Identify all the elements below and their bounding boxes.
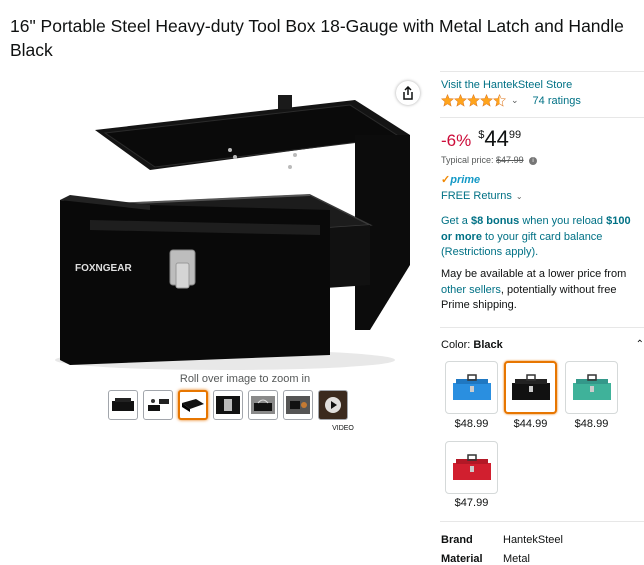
color-swatch-blue[interactable] xyxy=(445,361,498,414)
video-label: VIDEO xyxy=(332,425,354,432)
star-icon xyxy=(441,94,454,107)
swatch-price: $48.99 xyxy=(454,418,489,430)
star-icon xyxy=(467,94,480,107)
toolbox-black-icon xyxy=(511,373,550,400)
swatch-price: $48.99 xyxy=(574,418,609,430)
thumbnail-4[interactable] xyxy=(213,390,243,420)
info-icon[interactable]: i xyxy=(529,156,538,165)
star-icon xyxy=(480,94,493,107)
color-swatch-green[interactable] xyxy=(565,361,618,414)
color-label: Color: xyxy=(441,339,474,351)
discount-percent: -6% xyxy=(441,131,472,150)
thumbnail-5[interactable] xyxy=(248,390,278,420)
half-star-icon xyxy=(493,94,506,107)
free-returns-label: FREE Returns xyxy=(441,190,512,202)
typical-price: Typical price: $47.99 i xyxy=(441,155,538,165)
prime-badge: ✓prime xyxy=(441,173,480,186)
rating-row[interactable]: ⌄ 74 ratings xyxy=(441,94,581,107)
divider xyxy=(440,521,644,522)
color-value: Black xyxy=(473,339,503,351)
gift-card-bonus[interactable]: Get a $8 bonus when you reload $100 or m… xyxy=(441,214,641,261)
other-sellers-link[interactable]: other sellers xyxy=(441,284,501,296)
color-swatch-red[interactable] xyxy=(445,441,498,494)
chevron-down-icon[interactable]: ⌄ xyxy=(511,95,519,106)
share-icon xyxy=(403,86,413,100)
spec-key: Material xyxy=(441,553,483,565)
bonus-amount: $8 bonus xyxy=(470,215,520,227)
bonus-text-1: Get a xyxy=(441,215,471,227)
share-button[interactable] xyxy=(396,81,420,105)
divider xyxy=(440,71,644,72)
toolbox-red-icon xyxy=(452,453,491,480)
divider xyxy=(440,117,644,118)
typical-price-label: Typical price: xyxy=(441,155,494,165)
prime-label: prime xyxy=(450,174,481,186)
spec-row-material: Material Metal xyxy=(441,553,530,565)
toolbox-blue-icon xyxy=(452,373,491,400)
swatch-price: $44.99 xyxy=(513,418,548,430)
swatch-price: $47.99 xyxy=(454,497,489,509)
spec-row-brand: Brand HantekSteel xyxy=(441,534,563,546)
play-icon xyxy=(325,397,341,413)
thumbnail-1[interactable] xyxy=(108,390,138,420)
price-row: -6% $ 44 99 xyxy=(441,126,521,152)
bonus-text-2: when you reload xyxy=(519,215,607,227)
chevron-down-icon: ⌄ xyxy=(515,192,523,201)
color-selector-header: Color: Black ⌃ xyxy=(441,339,644,351)
price-fraction: 99 xyxy=(508,129,522,141)
thumbnail-2[interactable] xyxy=(143,390,173,420)
lower-price-note: May be available at a lower price from o… xyxy=(441,267,641,314)
price-whole: 44 xyxy=(484,126,509,151)
toolbox-illustration: FOXNGEAR xyxy=(55,95,410,370)
prime-check-icon: ✓ xyxy=(441,174,451,186)
store-link[interactable]: Visit the HantekSteel Store xyxy=(441,79,572,91)
chevron-up-icon[interactable]: ⌃ xyxy=(636,339,644,350)
product-main-image[interactable]: FOXNGEAR xyxy=(50,75,420,375)
zoom-hint: Roll over image to zoom in xyxy=(179,373,311,385)
thumbnail-6[interactable] xyxy=(283,390,313,420)
spec-key: Brand xyxy=(441,534,473,546)
star-rating[interactable] xyxy=(441,94,506,107)
spec-value: Metal xyxy=(503,553,530,565)
free-returns-link[interactable]: FREE Returns ⌄ xyxy=(441,190,523,202)
thumbnail-3[interactable] xyxy=(178,390,208,420)
typical-price-value: $47.99 xyxy=(496,155,524,165)
divider xyxy=(440,327,644,328)
product-title: 16" Portable Steel Heavy-duty Tool Box 1… xyxy=(10,16,624,60)
thumbnail-strip xyxy=(108,390,348,420)
rating-count-link[interactable]: 74 ratings xyxy=(533,95,581,107)
brand-logo: FOXNGEAR xyxy=(75,263,132,274)
star-icon xyxy=(454,94,467,107)
color-swatch-black[interactable] xyxy=(504,361,557,414)
spec-value: HantekSteel xyxy=(503,534,563,546)
thumbnail-video[interactable] xyxy=(318,390,348,420)
toolbox-green-icon xyxy=(572,373,611,400)
lower-price-text-1: May be available at a lower price from xyxy=(441,268,627,280)
